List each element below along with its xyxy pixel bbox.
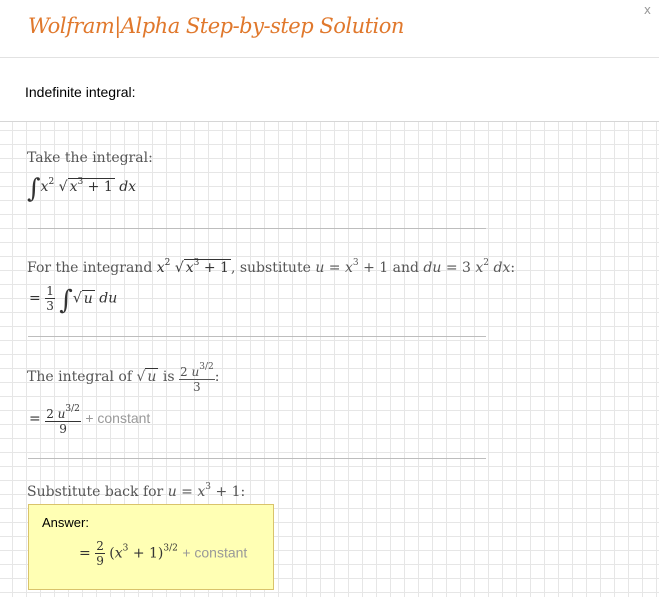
divider (28, 336, 486, 337)
solution-area: Take the integral: ∫x2 √ x3 + 1 dx For th… (0, 122, 659, 597)
divider (28, 458, 486, 459)
answer-expression: = 29 (x3 + 1)3/2 + constant (79, 539, 248, 568)
header: Wolfram|Alpha Step-by-step Solution x (0, 0, 659, 58)
close-icon[interactable]: x (644, 3, 651, 17)
step-2-result: = 13 ∫√ u du (29, 284, 118, 316)
step-2-text: For the integrand x2 √ x3 + 1, substitute… (27, 258, 516, 276)
step-1-text: Take the integral: (27, 150, 153, 166)
answer-label: Answer: (42, 515, 89, 530)
divider (28, 228, 486, 229)
step-1-integral: ∫x2 √ x3 + 1 dx (27, 174, 137, 204)
answer-box: Answer: = 29 (x3 + 1)3/2 + constant (28, 504, 274, 590)
step-3-result: = 2 u3/2 9 + constant (29, 404, 151, 436)
query-bar: Indefinite integral: (0, 58, 659, 122)
step-3-text: The integral of √ u is 2 u3/2 3: (27, 362, 220, 394)
brand-title: Wolfram|Alpha Step-by-step Solution (28, 14, 404, 38)
query-title: Indefinite integral: (25, 84, 136, 100)
step-4-text: Substitute back for u = x3 + 1: (27, 482, 246, 500)
